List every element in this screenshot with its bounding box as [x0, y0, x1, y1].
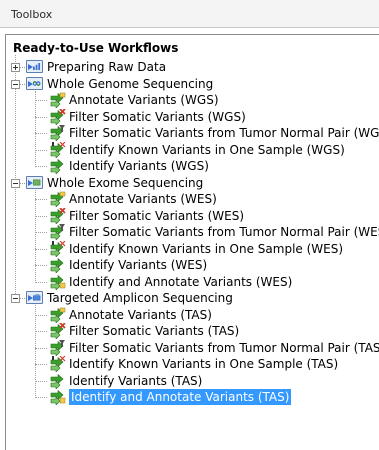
tree-connector — [35, 116, 47, 118]
identify-annotate-variants-icon — [49, 389, 66, 406]
workflow-item-label: Filter Somatic Variants (WGS) — [69, 109, 246, 124]
workflow-item-label: Annotate Variants (TAS) — [69, 307, 212, 322]
workflow-item[interactable]: Filter Somatic Variants from Tumor Norma… — [6, 125, 379, 142]
filter-somatic-variants-icon — [49, 107, 66, 126]
identify-variants-icon — [49, 158, 66, 175]
tree-connector — [35, 166, 47, 167]
tree-connector — [20, 83, 25, 85]
workflow-folder-icon — [26, 60, 43, 73]
workflow-item-label: Identify Known Variants in One Sample (W… — [69, 241, 344, 256]
workflow-item[interactable]: Filter Somatic Variants from Tumor Norma… — [6, 339, 379, 357]
workflow-item-label: Filter Somatic Variants (TAS) — [69, 324, 240, 338]
annotate-variants-icon — [49, 307, 66, 324]
workflow-item-label: Identify Known Variants in One Sample (T… — [69, 357, 339, 371]
workflow-item[interactable]: Identify Known Variants in One Sample (W… — [6, 141, 379, 159]
identify-annotate-variants-icon — [49, 274, 66, 291]
workflow-item-label: Identify Known Variants in One Sample (W… — [69, 142, 345, 157]
workflow-item[interactable]: Identify Known Variants in One Sample (W… — [6, 240, 379, 258]
workflow-folder-icon — [26, 291, 43, 304]
tree-connector — [35, 397, 47, 398]
workflow-item-label: Identify Variants (WES) — [69, 258, 208, 272]
filter-tumor-normal-pair-icon — [49, 125, 66, 142]
filter-somatic-variants-icon — [49, 206, 66, 225]
identify-known-variants-icon — [49, 240, 66, 258]
workflow-item[interactable]: Annotate Variants (WES) — [6, 191, 379, 208]
collapse-toggle-icon[interactable] — [11, 79, 20, 89]
tree-connector — [20, 182, 25, 184]
toolbox-title: Toolbox — [11, 8, 53, 21]
collapse-toggle-icon[interactable] — [11, 294, 20, 303]
tree-connector — [35, 305, 36, 396]
tree-connector — [35, 314, 47, 316]
workflow-item-label: Annotate Variants (WES) — [69, 192, 217, 206]
category-glyph-icon — [33, 179, 41, 185]
workflow-item[interactable]: Identify and Annotate Variants (WES) — [6, 274, 379, 291]
workflow-folder-icon — [26, 175, 43, 189]
workflow-item[interactable]: Identify Variants (TAS) — [6, 373, 379, 390]
workflow-item[interactable]: Identify Variants (WGS) — [6, 158, 379, 175]
workflow-item-label: Identify Variants (WGS) — [69, 159, 209, 173]
tree-connector — [20, 67, 25, 68]
tree-root-label: Ready-to-Use Workflows — [13, 41, 179, 55]
workflow-item[interactable]: Filter Somatic Variants (WGS) — [6, 107, 379, 126]
tree-connector — [35, 149, 47, 151]
tree-connector — [35, 265, 47, 266]
tree-connector — [35, 215, 47, 217]
tree-group-label: Whole Genome Sequencing — [47, 76, 214, 91]
workflow-item-label: Identify and Annotate Variants (TAS) — [69, 389, 292, 405]
annotate-variants-icon — [49, 191, 66, 208]
tree-connector — [35, 189, 36, 281]
workflow-tree[interactable]: Ready-to-Use Workflows Preparing Raw Dat… — [5, 34, 379, 450]
expand-toggle-icon[interactable] — [11, 63, 20, 72]
tree-group-1[interactable]: Whole Genome Sequencing — [6, 76, 379, 92]
identify-known-variants-icon — [49, 141, 66, 159]
tree-connector — [35, 133, 47, 134]
workflow-item-label: Identify Variants (TAS) — [69, 373, 203, 388]
filter-somatic-variants-icon — [49, 322, 66, 340]
workflow-item[interactable]: Identify Known Variants in One Sample (T… — [6, 355, 379, 373]
workflow-item[interactable]: Filter Somatic Variants (WES) — [6, 206, 379, 225]
workflow-item-label: Identify and Annotate Variants (WES) — [69, 274, 293, 289]
workflow-item-label: Filter Somatic Variants from Tumor Norma… — [69, 126, 379, 140]
tree-connector — [35, 331, 47, 332]
toolbox-header: Toolbox — [0, 0, 379, 28]
tree-group-label: Whole Exome Sequencing — [47, 175, 204, 190]
tree-group-0[interactable]: Preparing Raw Data — [6, 59, 379, 75]
tree-connector — [20, 298, 25, 299]
tree-group-label: Preparing Raw Data — [47, 60, 167, 74]
identify-variants-icon — [49, 257, 66, 274]
tree-group-3[interactable]: Targeted Amplicon Sequencing — [6, 290, 379, 306]
identify-variants-icon — [49, 373, 66, 390]
workflow-item[interactable]: Filter Somatic Variants from Tumor Norma… — [6, 224, 379, 241]
workflow-item-label: Annotate Variants (WGS) — [69, 93, 219, 107]
workflow-item[interactable]: Identify Variants (WES) — [6, 257, 379, 274]
workflow-folder-icon — [26, 76, 43, 90]
tree-connector — [35, 364, 47, 365]
tree-group-2[interactable]: Whole Exome Sequencing — [6, 175, 379, 191]
annotate-variants-icon — [49, 92, 66, 109]
tree-connector — [35, 281, 47, 283]
category-glyph-icon — [33, 63, 41, 70]
tree-connector — [35, 100, 47, 101]
tree-connector — [35, 380, 47, 382]
workflow-item-label: Filter Somatic Variants (WES) — [69, 208, 245, 223]
collapse-toggle-icon[interactable] — [11, 178, 20, 188]
tree-connector — [35, 199, 47, 200]
category-glyph-icon — [33, 294, 41, 301]
tree-connector — [35, 232, 47, 233]
workflow-item[interactable]: Filter Somatic Variants (TAS) — [6, 322, 379, 340]
filter-tumor-normal-pair-icon — [49, 339, 66, 357]
workflow-item[interactable]: Identify and Annotate Variants (TAS) — [6, 389, 379, 406]
tree-group-label: Targeted Amplicon Sequencing — [47, 291, 233, 305]
workflow-item-label: Filter Somatic Variants from Tumor Norma… — [69, 225, 379, 239]
tree-connector — [35, 248, 47, 250]
tree-connector — [35, 347, 47, 349]
workflow-item[interactable]: Annotate Variants (WGS) — [6, 92, 379, 109]
category-glyph-icon — [33, 80, 41, 86]
filter-tumor-normal-pair-icon — [49, 224, 66, 241]
workflow-item-label: Filter Somatic Variants from Tumor Norma… — [69, 340, 379, 355]
workflow-item[interactable]: Annotate Variants (TAS) — [6, 307, 379, 324]
tree-connector — [35, 90, 36, 165]
identify-known-variants-icon — [49, 355, 66, 373]
